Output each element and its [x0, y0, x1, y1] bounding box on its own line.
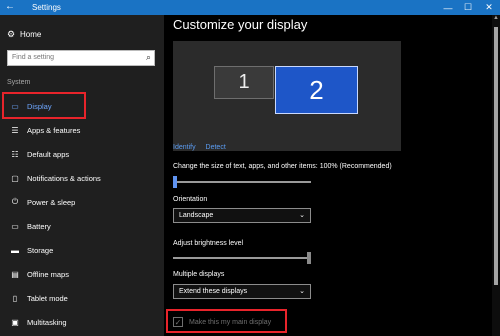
- multiple-displays-dropdown[interactable]: Extend these displays ⌄: [173, 284, 311, 299]
- search-input[interactable]: Find a setting ⌕: [7, 50, 155, 66]
- sidebar-item-label: Offline maps: [27, 269, 69, 279]
- sidebar-item-tablet-mode[interactable]: ▯ Tablet mode: [0, 289, 164, 307]
- sidebar-item-label: Apps & features: [27, 125, 81, 135]
- multiple-displays-value: Extend these displays: [179, 288, 248, 295]
- window-title: Settings: [32, 3, 61, 12]
- page-title: Customize your display: [173, 17, 308, 32]
- title-bar: ← Settings — ☐ ✕: [0, 0, 500, 15]
- scrollbar-thumb[interactable]: [494, 27, 498, 285]
- display-arrangement-preview: 1 2: [173, 41, 401, 151]
- main-content: Customize your display 1 2 Identify Dete…: [164, 15, 492, 336]
- multiple-displays-label: Multiple displays: [173, 271, 225, 278]
- sidebar-item-label: Battery: [27, 221, 51, 231]
- scale-label: Change the size of text, apps, and other…: [173, 163, 392, 170]
- default-apps-icon: ☷: [11, 149, 19, 159]
- sidebar-item-multitasking[interactable]: ▣ Multitasking: [0, 313, 164, 331]
- tablet-icon: ▯: [12, 293, 18, 303]
- back-arrow-icon[interactable]: ←: [5, 1, 15, 13]
- identify-link[interactable]: Identify: [173, 144, 196, 151]
- gear-icon: ⚙: [7, 28, 16, 39]
- main-display-highlight-box: [166, 309, 287, 333]
- sidebar-item-label: Default apps: [27, 149, 70, 159]
- display-highlight-box: [2, 92, 86, 119]
- brightness-slider-thumb[interactable]: [307, 252, 311, 264]
- sidebar-item-label: Tablet mode: [27, 293, 68, 303]
- notifications-icon: ▢: [11, 173, 19, 183]
- sidebar-item-label: Power & sleep: [27, 197, 76, 207]
- monitor-2[interactable]: 2: [275, 66, 358, 114]
- multitasking-icon: ▣: [11, 317, 19, 327]
- sidebar-item-label: Multitasking: [27, 317, 67, 327]
- search-icon[interactable]: ⌕: [146, 52, 151, 63]
- scale-slider[interactable]: [173, 181, 311, 183]
- sidebar-item-label: Notifications & actions: [27, 173, 101, 183]
- sidebar-item-apps-features[interactable]: ☰ Apps & features: [0, 121, 164, 139]
- chevron-down-icon: ⌄: [299, 288, 305, 295]
- search-placeholder: Find a setting: [12, 54, 55, 61]
- sidebar-item-battery[interactable]: ▭ Battery: [0, 217, 164, 235]
- scroll-up-icon[interactable]: ▲: [493, 15, 499, 21]
- minimize-button[interactable]: —: [438, 0, 458, 15]
- chevron-down-icon: ⌄: [299, 212, 305, 219]
- brightness-label: Adjust brightness level: [173, 240, 244, 247]
- sidebar-item-default-apps[interactable]: ☷ Default apps: [0, 145, 164, 163]
- map-icon: ▤: [11, 269, 19, 279]
- apps-icon: ☰: [11, 125, 19, 135]
- brightness-slider[interactable]: [173, 257, 311, 259]
- storage-icon: ▬: [11, 245, 19, 255]
- sidebar-item-power-sleep[interactable]: ⏻ Power & sleep: [0, 193, 164, 211]
- sidebar-item-offline-maps[interactable]: ▤ Offline maps: [0, 265, 164, 283]
- battery-icon: ▭: [11, 221, 19, 231]
- sidebar-item-notifications[interactable]: ▢ Notifications & actions: [0, 169, 164, 187]
- orientation-value: Landscape: [179, 212, 214, 219]
- detect-link[interactable]: Detect: [206, 144, 226, 151]
- close-button[interactable]: ✕: [479, 0, 499, 15]
- sidebar: ⚙ Home Find a setting ⌕ System ▭ Display…: [0, 15, 164, 336]
- section-label: System: [7, 79, 31, 86]
- scrollbar[interactable]: ▲: [492, 15, 500, 336]
- maximize-button[interactable]: ☐: [458, 0, 478, 15]
- power-icon: ⏻: [11, 197, 19, 206]
- home-label: Home: [20, 29, 42, 39]
- scale-slider-thumb[interactable]: [173, 176, 177, 188]
- preview-links: Identify Detect: [173, 144, 234, 151]
- monitor-1[interactable]: 1: [214, 66, 274, 99]
- home-nav-item[interactable]: ⚙ Home: [7, 27, 41, 41]
- sidebar-item-label: Storage: [27, 245, 54, 255]
- orientation-dropdown[interactable]: Landscape ⌄: [173, 208, 311, 223]
- sidebar-item-storage[interactable]: ▬ Storage: [0, 241, 164, 259]
- orientation-label: Orientation: [173, 196, 208, 203]
